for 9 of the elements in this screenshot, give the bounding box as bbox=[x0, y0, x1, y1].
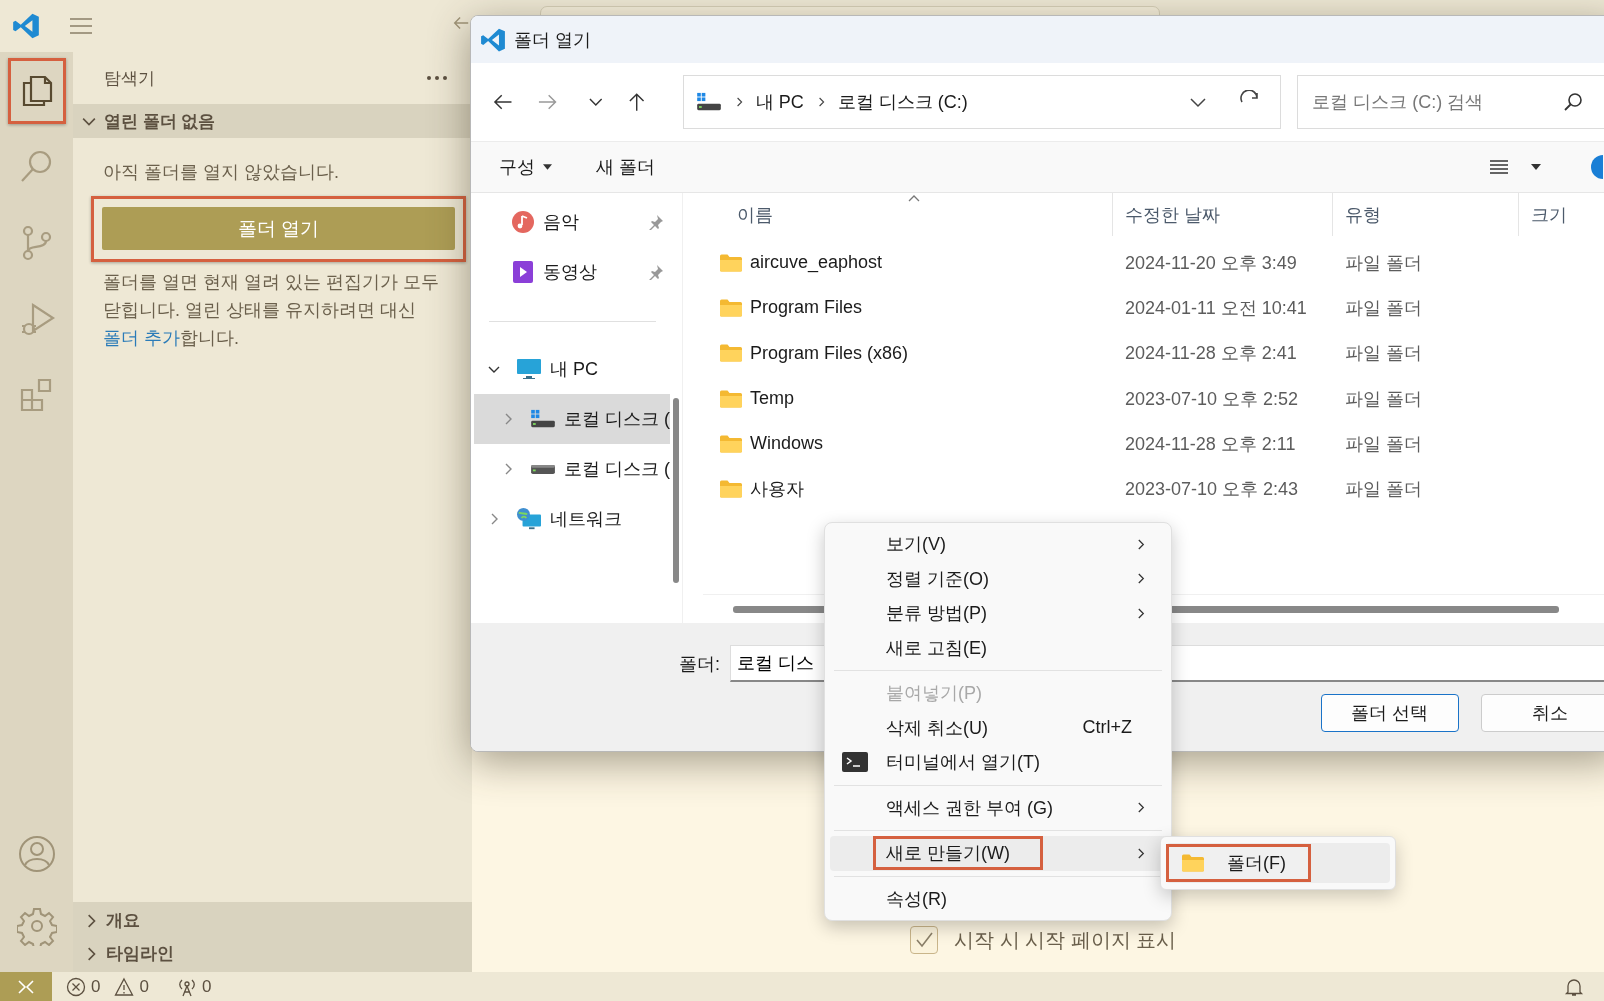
sidebar-title: 탐색기 bbox=[104, 67, 155, 90]
info-text: 폴더를 열면 현재 열려 있는 편집기가 모두 닫힙니다. 열린 상태를 유지하려면 대신 폴더 추가합니다. bbox=[103, 271, 440, 350]
warning-count: 0 bbox=[139, 976, 149, 997]
empty-message: 아직 폴더를 열지 않았습니다. bbox=[103, 161, 340, 184]
folder-label: 폴더: bbox=[679, 652, 720, 676]
dialog-title: 폴더 열기 bbox=[514, 28, 591, 52]
ports-count: 0 bbox=[201, 976, 212, 997]
checkbox-label: 시작 시 시작 페이지 표시 bbox=[954, 927, 1177, 953]
error-count: 0 bbox=[91, 976, 101, 997]
